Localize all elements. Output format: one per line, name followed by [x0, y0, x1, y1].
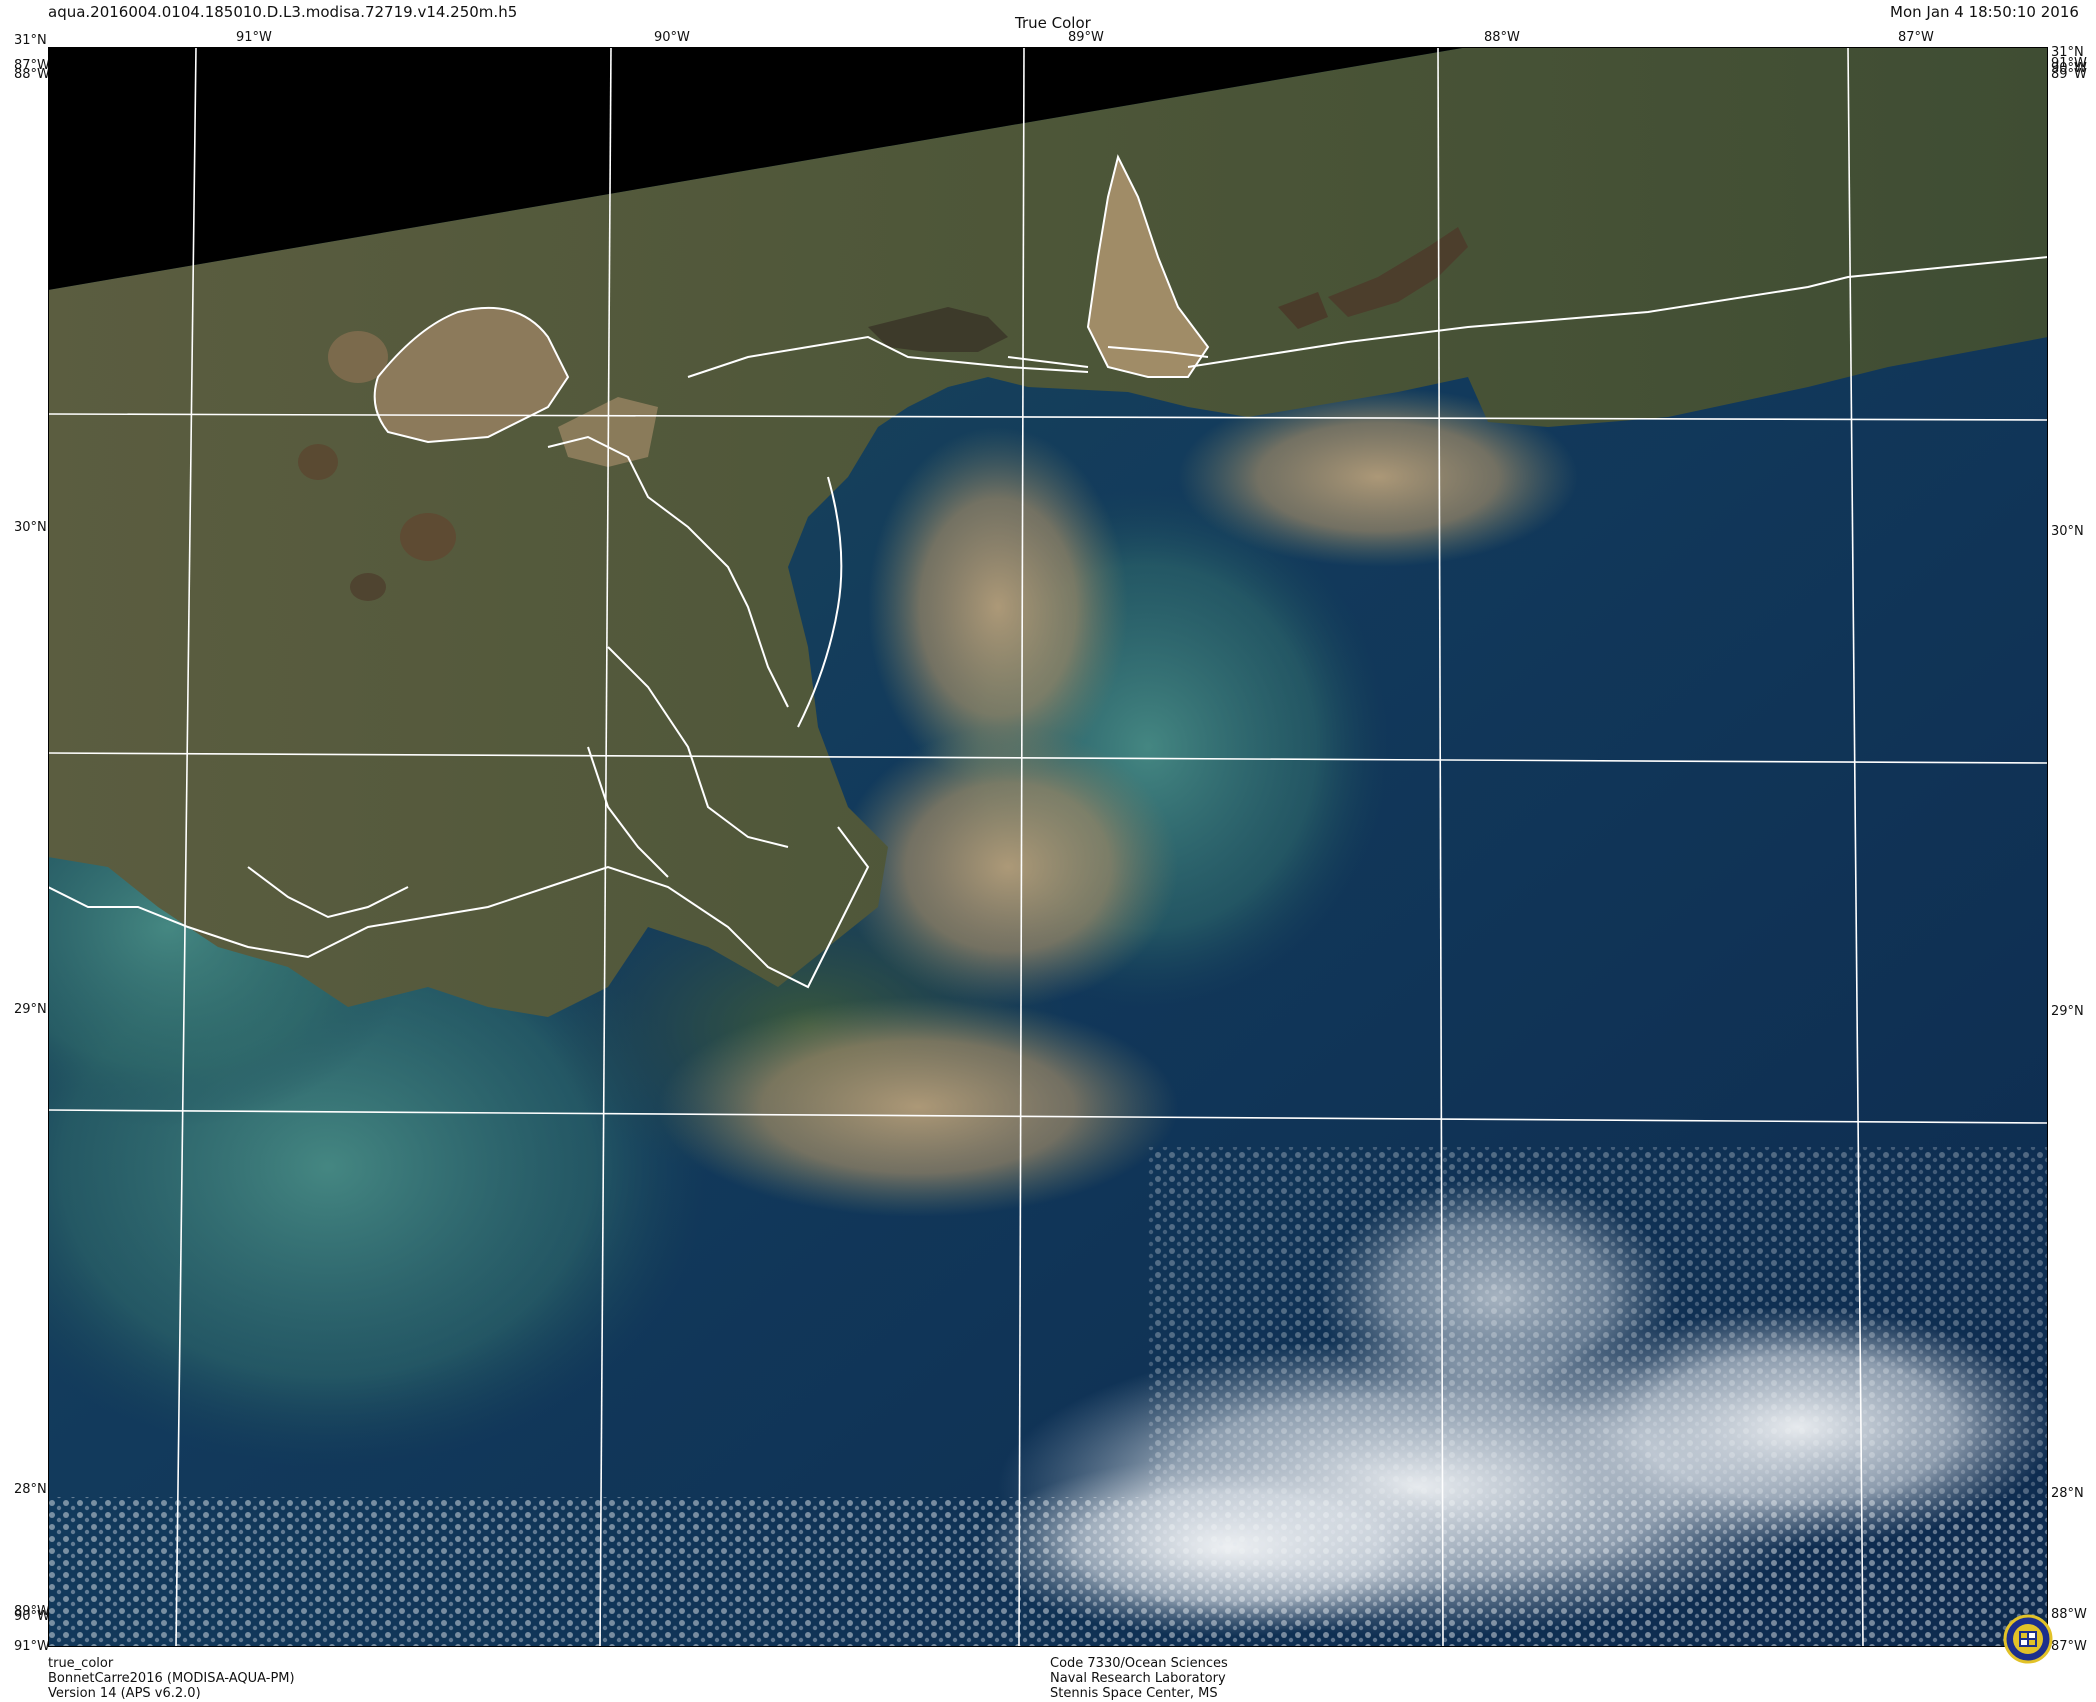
- top-label-90w: 90°W: [654, 30, 690, 45]
- footer-version: Version 14 (APS v6.2.0): [48, 1686, 201, 1701]
- sediment-plume-south: [658, 997, 1178, 1217]
- file-name: aqua.2016004.0104.185010.D.L3.modisa.727…: [48, 3, 518, 21]
- left-label-29n: 29°N: [14, 1002, 47, 1017]
- left-label-30n: 30°N: [14, 520, 47, 535]
- top-label-87w: 87°W: [1898, 30, 1934, 45]
- left-label-91w: 91°W: [14, 1639, 50, 1654]
- lake-small-3: [350, 573, 386, 601]
- top-label-89w: 89°W: [1068, 30, 1104, 45]
- lake-small-1: [298, 444, 338, 480]
- left-label-28n: 28°N: [14, 1482, 47, 1497]
- cloud-cells-eastern: [1148, 1147, 2048, 1497]
- acquisition-datetime: Mon Jan 4 18:50:10 2016: [1890, 3, 2079, 21]
- footer-location: Stennis Space Center, MS: [1050, 1686, 1218, 1701]
- nrl-emblem-icon: [2003, 1614, 2053, 1664]
- top-label-88w: 88°W: [1484, 30, 1520, 45]
- right-label-28n: 28°N: [2051, 1486, 2084, 1501]
- right-label-89w: 89°W: [2051, 67, 2087, 82]
- left-label-90w: 90°W: [14, 1609, 50, 1624]
- right-label-29n: 29°N: [2051, 1004, 2084, 1019]
- lake-small-2: [400, 513, 456, 561]
- sediment-plume-sound: [868, 427, 1128, 787]
- top-label-31n-left: 31°N: [14, 33, 47, 48]
- right-label-88w: 88°W: [2051, 1607, 2087, 1622]
- top-label-91w: 91°W: [236, 30, 272, 45]
- right-label-87w: 87°W: [2051, 1639, 2087, 1654]
- left-label-88w: 88°W: [14, 67, 50, 82]
- satellite-map: [48, 47, 2048, 1647]
- right-label-30n: 30°N: [2051, 524, 2084, 539]
- cloud-cells-southern: [48, 1497, 2048, 1647]
